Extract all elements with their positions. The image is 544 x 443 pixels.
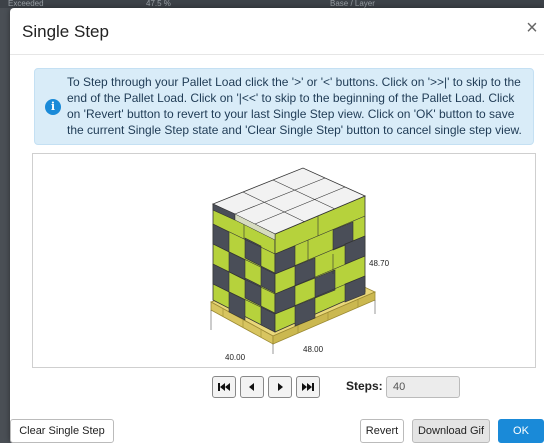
ok-button[interactable]: OK — [498, 419, 544, 443]
skip-to-end-button[interactable] — [296, 376, 320, 398]
skip-to-start-button[interactable] — [212, 376, 236, 398]
steps-input[interactable] — [386, 376, 460, 398]
height-dimension-label: 48.70 — [369, 259, 390, 268]
steps-label: Steps: — [346, 379, 383, 393]
pallet-render: 48.70 40.00 48.00 — [210, 167, 390, 362]
info-icon: i — [45, 99, 61, 115]
step-back-button[interactable] — [240, 376, 264, 398]
revert-button[interactable]: Revert — [360, 419, 404, 443]
background-panel — [0, 8, 10, 443]
step-forward-button[interactable] — [268, 376, 292, 398]
skip-to-end-icon — [302, 383, 314, 391]
dialog-title: Single Step — [22, 22, 109, 41]
background-status-strip: Exceeded 47.5 % Base / Layer — [0, 0, 544, 8]
width-dimension-label: 48.00 — [303, 345, 324, 354]
clear-single-step-button[interactable]: Clear Single Step — [10, 419, 114, 443]
single-step-dialog: Single Step × i To Step through your Pal… — [10, 8, 544, 443]
info-text: To Step through your Pallet Load click t… — [67, 75, 522, 137]
pallet-3d-viewer[interactable]: 48.70 40.00 48.00 — [32, 153, 536, 368]
download-gif-button[interactable]: Download Gif — [412, 419, 490, 443]
info-alert: i To Step through your Pallet Load click… — [34, 68, 534, 145]
step-forward-icon — [278, 383, 283, 391]
background-text: 47.5 % — [146, 0, 171, 8]
skip-to-start-icon — [218, 383, 230, 391]
length-dimension-label: 40.00 — [225, 353, 246, 362]
background-text: Base / Layer — [330, 0, 375, 8]
close-icon[interactable]: × — [522, 16, 542, 40]
dialog-header: Single Step × — [10, 8, 544, 55]
step-back-icon — [249, 383, 254, 391]
background-text: Exceeded — [8, 0, 44, 8]
